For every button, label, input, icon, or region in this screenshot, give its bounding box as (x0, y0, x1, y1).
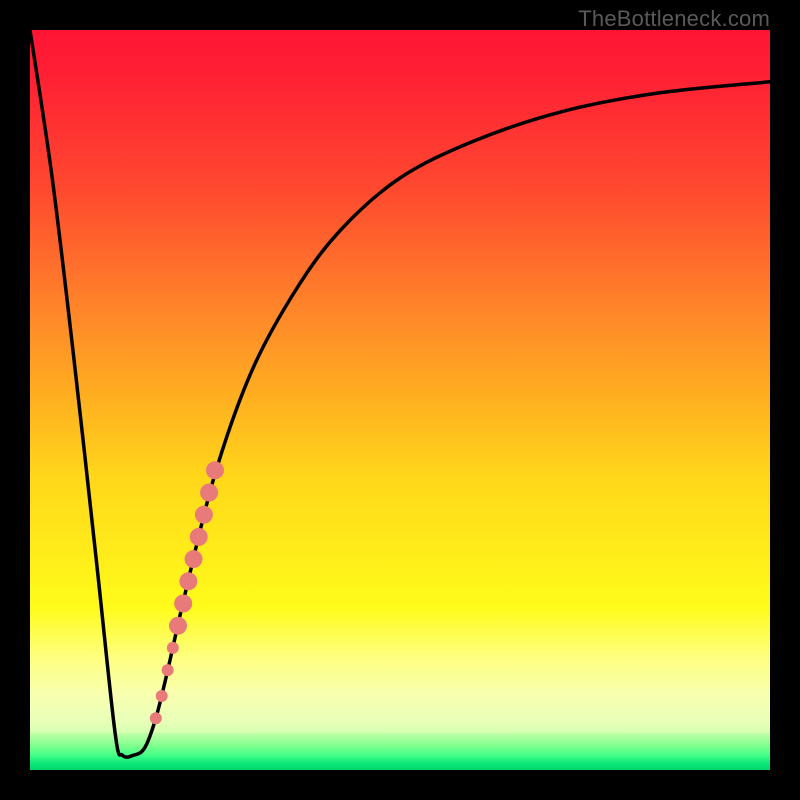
plot-area (30, 30, 770, 770)
data-point (167, 642, 179, 654)
data-point (190, 528, 208, 546)
data-point (174, 595, 192, 613)
data-point (179, 572, 197, 590)
data-point (156, 690, 168, 702)
data-point (206, 461, 224, 479)
data-point (195, 506, 213, 524)
data-point (185, 550, 203, 568)
attribution-text: TheBottleneck.com (578, 6, 770, 32)
data-point (200, 484, 218, 502)
chart-frame: TheBottleneck.com (0, 0, 800, 800)
data-point (169, 617, 187, 635)
data-point (162, 664, 174, 676)
data-point (150, 712, 162, 724)
bottleneck-curve (30, 30, 770, 757)
chart-svg (30, 30, 770, 770)
